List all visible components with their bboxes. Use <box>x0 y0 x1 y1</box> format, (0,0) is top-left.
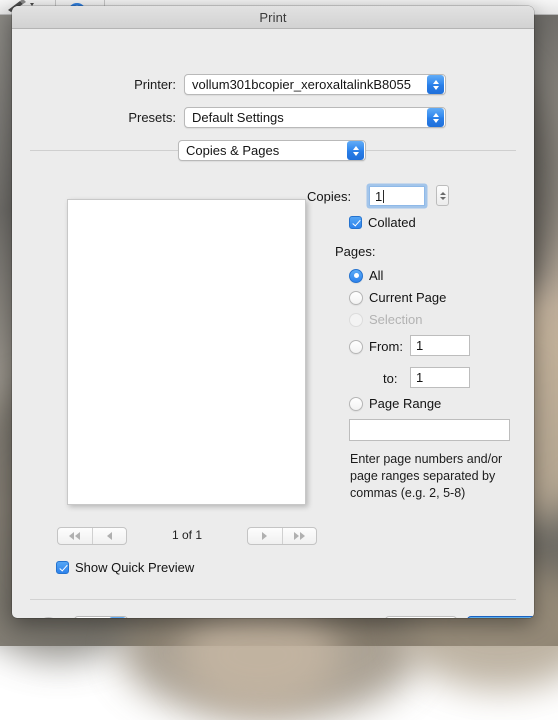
pane-separator-right <box>364 150 516 151</box>
preview-last-page-button[interactable] <box>282 528 317 544</box>
chevron-updown-icon <box>427 108 444 127</box>
chevron-updown-icon <box>347 141 364 160</box>
printer-popup-value: vollum301bcopier_xeroxaltalinkB8055 <box>185 77 427 92</box>
pane-popup-value: Copies & Pages <box>179 143 347 158</box>
pages-current-page-label: Current Page <box>369 290 446 305</box>
pages-all-radio[interactable] <box>349 269 363 283</box>
preview-next-page-button[interactable] <box>248 528 282 544</box>
presets-popup-button[interactable]: Default Settings <box>184 107 446 128</box>
pages-page-range-label: Page Range <box>369 396 441 411</box>
pages-option-selection: Selection <box>349 312 422 327</box>
copies-input-value: 1 <box>375 189 382 204</box>
pages-to-input[interactable]: 1 <box>410 367 470 388</box>
printer-label: Printer: <box>100 77 176 92</box>
presets-label: Presets: <box>100 110 176 125</box>
text-caret <box>383 190 384 203</box>
pages-from-label: From: <box>369 339 403 354</box>
dialog-body: Printer: vollum301bcopier_xeroxaltalinkB… <box>12 29 534 618</box>
pane-popup-button[interactable]: Copies & Pages <box>178 140 366 161</box>
pages-option-all[interactable]: All <box>349 268 383 283</box>
dialog-titlebar: Print <box>12 6 534 29</box>
page-range-help-text: Enter page numbers and/or page ranges se… <box>350 451 520 502</box>
print-preview-page <box>67 199 306 505</box>
presets-popup-value: Default Settings <box>185 110 427 125</box>
pane-row: Copies & Pages <box>178 140 366 161</box>
stepper-down-icon[interactable] <box>440 197 446 200</box>
page-range-input[interactable] <box>349 419 510 441</box>
chevron-updown-icon <box>427 75 444 94</box>
printer-popup-button[interactable]: vollum301bcopier_xeroxaltalinkB8055 <box>184 74 446 95</box>
collated-label: Collated <box>368 215 416 230</box>
presets-row: Presets: Default Settings <box>100 107 446 128</box>
printer-row: Printer: vollum301bcopier_xeroxaltalinkB… <box>100 74 446 95</box>
collated-checkbox[interactable] <box>349 216 362 229</box>
pane-separator-left <box>30 150 178 151</box>
pages-option-from[interactable]: From: <box>349 339 403 354</box>
copies-label: Copies: <box>307 189 351 204</box>
preview-navigation: 1 of 1 <box>57 527 317 547</box>
pages-to-label: to: <box>383 371 397 386</box>
pages-from-radio[interactable] <box>349 340 363 354</box>
collated-row[interactable]: Collated <box>349 215 416 230</box>
double-right-arrow-icon <box>294 532 299 540</box>
chevron-down-icon <box>109 617 126 618</box>
copies-stepper[interactable] <box>436 185 449 206</box>
pages-label: Pages: <box>335 244 375 259</box>
copies-input[interactable]: 1 <box>369 186 425 206</box>
pages-selection-label: Selection <box>369 312 422 327</box>
right-arrow-icon <box>262 532 267 540</box>
show-quick-preview-label: Show Quick Preview <box>75 560 194 575</box>
print-button[interactable]: Print <box>467 616 534 618</box>
pages-current-page-radio[interactable] <box>349 291 363 305</box>
preview-nav-forward-group <box>247 527 317 545</box>
pdf-popup-button[interactable]: PDF <box>74 616 128 618</box>
pages-from-value: 1 <box>416 338 423 353</box>
pages-selection-radio <box>349 313 363 327</box>
print-dialog-window: Print Printer: vollum301bcopier_xeroxalt… <box>12 6 534 618</box>
pages-all-label: All <box>369 268 383 283</box>
show-quick-preview-checkbox[interactable] <box>56 561 69 574</box>
cancel-button[interactable]: Cancel <box>385 616 457 618</box>
stepper-up-icon[interactable] <box>440 192 446 195</box>
pages-from-input[interactable]: 1 <box>410 335 470 356</box>
pages-option-current-page[interactable]: Current Page <box>349 290 446 305</box>
pages-option-page-range[interactable]: Page Range <box>349 396 441 411</box>
pages-page-range-radio[interactable] <box>349 397 363 411</box>
pages-to-value: 1 <box>416 370 423 385</box>
footer-separator <box>30 599 516 600</box>
help-button[interactable]: ? <box>38 617 59 618</box>
dialog-title: Print <box>259 10 286 25</box>
show-quick-preview-row[interactable]: Show Quick Preview <box>56 560 194 575</box>
